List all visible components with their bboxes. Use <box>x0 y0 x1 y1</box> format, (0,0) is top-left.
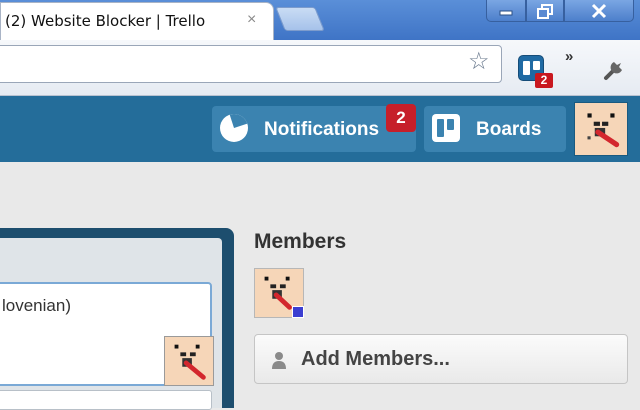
avatar-face-icon <box>575 103 627 155</box>
notifications-count-badge: 2 <box>386 104 416 132</box>
browser-tab[interactable]: (2) Website Blocker | Trello × <box>0 2 274 40</box>
close-icon[interactable]: × <box>247 11 256 29</box>
add-members-button[interactable]: Add Members... <box>254 334 628 384</box>
restore-icon <box>537 3 553 19</box>
avatar-face-icon <box>165 337 213 385</box>
minimize-icon <box>499 10 513 15</box>
boards-label: Boards <box>476 119 542 140</box>
address-bar[interactable] <box>0 45 502 83</box>
window-close-icon <box>591 3 607 18</box>
restore-button[interactable] <box>526 0 564 22</box>
wrench-icon[interactable] <box>600 56 628 82</box>
trello-header: Notifications Boards <box>0 96 640 162</box>
notifications-label: Notifications <box>264 119 380 140</box>
tab-title: (2) Website Blocker | Trello <box>5 12 206 30</box>
members-heading: Members <box>254 230 347 253</box>
star-icon[interactable]: ☆ <box>468 47 490 76</box>
new-tab-button[interactable] <box>275 7 325 31</box>
window-titlebar: (2) Website Blocker | Trello × <box>0 0 640 40</box>
boards-button[interactable]: Boards <box>424 106 566 152</box>
extensions-overflow-icon[interactable]: » <box>565 48 573 65</box>
window-controls <box>486 0 636 24</box>
extension-badge: 2 <box>535 73 553 88</box>
minimize-button[interactable] <box>486 0 526 22</box>
window-close-button[interactable] <box>564 0 634 22</box>
person-icon <box>272 352 286 369</box>
add-members-label: Add Members... <box>301 348 450 370</box>
notifications-icon <box>220 114 248 142</box>
boards-icon <box>432 114 460 142</box>
member-status-indicator <box>292 306 304 318</box>
card-member-avatar[interactable] <box>164 336 214 386</box>
card-secondary-field[interactable] <box>0 390 212 410</box>
user-avatar[interactable] <box>574 102 628 156</box>
card-text: lovenian) <box>2 296 71 315</box>
